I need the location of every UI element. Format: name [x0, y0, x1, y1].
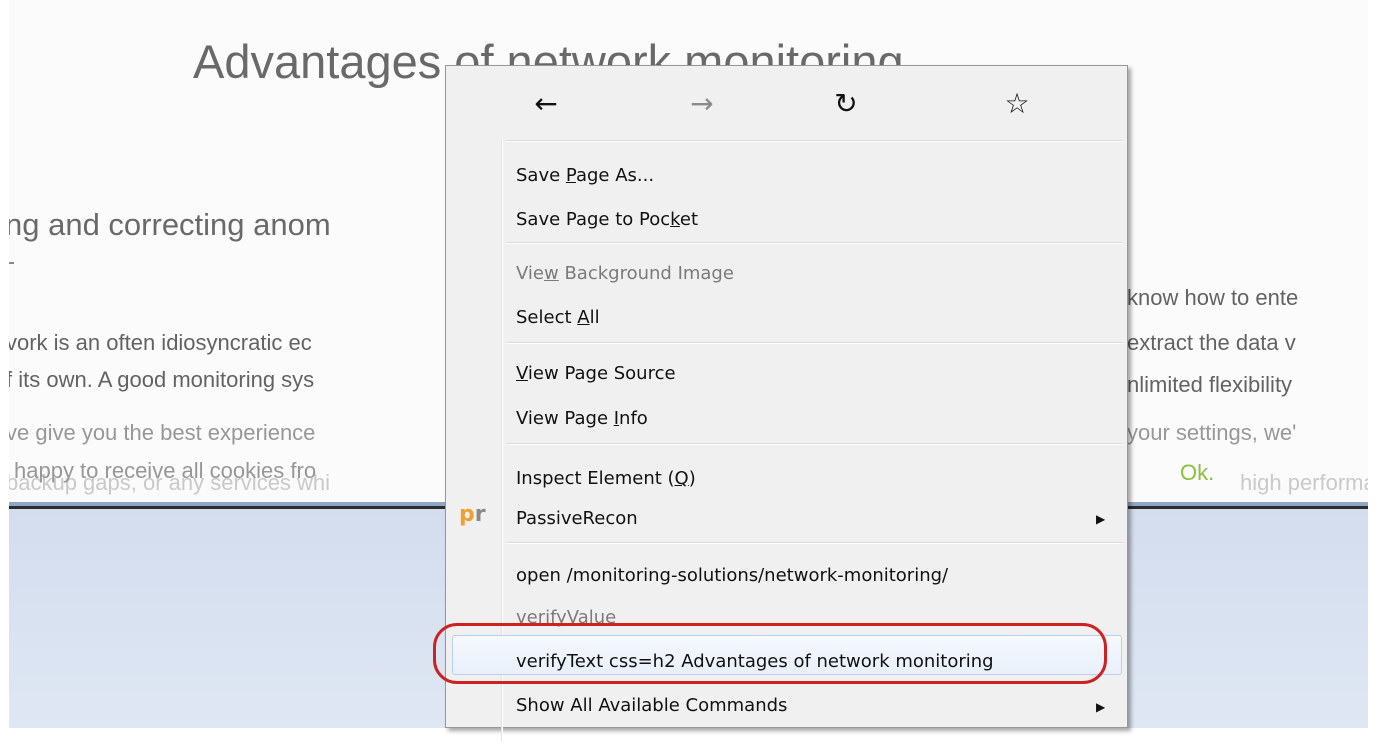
submenu-arrow-icon: ▶ [1096, 700, 1106, 714]
menu-item-label: Background Image [558, 263, 734, 284]
reload-icon[interactable]: ↻ [806, 78, 886, 128]
access-key: V [516, 363, 528, 384]
access-key: P [565, 165, 576, 186]
menu-item-label: Select [516, 307, 578, 328]
context-menu-navbar: ← → ↻ ☆ [446, 66, 1127, 140]
menu-item-label: ll [589, 307, 600, 328]
menu-separator [506, 342, 1123, 344]
bookmark-star-icon[interactable]: ☆ [977, 78, 1057, 128]
menu-separator [506, 443, 1123, 445]
menu-item-save-page-as[interactable]: Save Page As... [516, 164, 654, 188]
menu-item-show-all-commands[interactable]: Show All Available Commands [516, 694, 787, 718]
frame-edge [1368, 0, 1381, 728]
menu-item-label: Inspect Element ( [516, 468, 675, 489]
menu-item-view-page-info[interactable]: View Page Info [516, 407, 648, 431]
passiverecon-icon: pr [459, 502, 486, 527]
access-key: A [577, 307, 590, 328]
submenu-arrow-icon: ▶ [1096, 512, 1106, 526]
access-key: Q [674, 468, 689, 489]
access-key: k [670, 209, 680, 230]
cookie-ok-button[interactable]: Ok. [1180, 460, 1214, 486]
icon-letter: r [474, 502, 486, 527]
menu-item-label: Save Page to Poc [516, 209, 671, 230]
menu-item-open-command[interactable]: open /monitoring-solutions/network-monit… [516, 564, 948, 588]
menu-separator [506, 140, 1123, 142]
menu-item-label: ) [688, 468, 696, 489]
menu-item-save-to-pocket[interactable]: Save Page to Pocket [516, 208, 698, 232]
menu-item-label: View Page [516, 408, 614, 429]
back-arrow-icon[interactable]: ← [506, 78, 586, 128]
forward-arrow-icon[interactable]: → [662, 78, 742, 128]
menu-item-label: Vie [516, 263, 544, 284]
menu-item-label: nfo [619, 408, 648, 429]
menu-item-label: iew Page Source [527, 363, 676, 384]
red-annotation-circle [433, 623, 1107, 684]
menu-item-select-all[interactable]: Select All [516, 306, 600, 330]
menu-separator [506, 542, 1123, 544]
menu-item-label: age As... [575, 165, 655, 186]
menu-separator [506, 242, 1123, 244]
menu-item-passiverecon[interactable]: PassiveRecon [516, 507, 638, 531]
menu-item-inspect-element[interactable]: Inspect Element (Q) [516, 467, 696, 491]
menu-item-view-background-image: View Background Image [516, 262, 734, 286]
menu-item-label: et [679, 209, 699, 230]
menu-item-view-page-source[interactable]: View Page Source [516, 362, 676, 386]
menu-item-label: Save [516, 165, 566, 186]
icon-letter: p [459, 502, 475, 527]
access-key: w [544, 263, 559, 284]
frame-edge [0, 0, 9, 728]
